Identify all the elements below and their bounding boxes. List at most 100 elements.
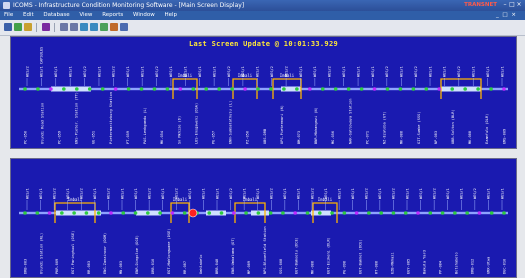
menu-database[interactable]: Database: [43, 12, 69, 18]
sensor-node[interactable]: [113, 87, 118, 91]
sensor-node[interactable]: [146, 211, 150, 215]
sensor-node[interactable]: [437, 87, 442, 91]
settings-icon[interactable]: [24, 23, 32, 31]
sensor-node[interactable]: [35, 211, 40, 215]
connect-icon[interactable]: [4, 23, 12, 31]
sensor-node[interactable]: [453, 211, 457, 215]
sensor-node[interactable]: [295, 87, 299, 91]
sensor-node[interactable]: [359, 87, 364, 91]
sensor-node[interactable]: [489, 211, 494, 215]
sensor-node[interactable]: [342, 211, 347, 215]
sensor-node[interactable]: [72, 211, 76, 215]
network-icon[interactable]: [120, 23, 128, 31]
sensor-node[interactable]: [463, 87, 467, 91]
sensor-node[interactable]: [398, 87, 403, 91]
sensor-node[interactable]: [207, 211, 212, 215]
sensor-node[interactable]: [330, 211, 334, 215]
sensor-node[interactable]: [87, 87, 92, 91]
sensor-node[interactable]: [49, 87, 53, 91]
maximize-icon[interactable]: □: [509, 2, 515, 8]
sensor-node[interactable]: [428, 211, 433, 215]
report-icon[interactable]: [42, 23, 50, 31]
back-icon[interactable]: [60, 23, 68, 31]
sensor-node[interactable]: [367, 211, 371, 215]
sensor-node[interactable]: [96, 211, 101, 215]
sensor-node[interactable]: [317, 211, 322, 215]
sensor-node[interactable]: [281, 211, 285, 215]
zoom-icon[interactable]: [80, 23, 88, 31]
sensor-node[interactable]: [477, 211, 482, 215]
sensor-node[interactable]: [293, 211, 298, 215]
mdi-controls[interactable]: _ □ ×: [496, 11, 517, 20]
sensor-node[interactable]: [165, 87, 170, 91]
sensor-node[interactable]: [391, 211, 396, 215]
track-strip-1[interactable]: Imbali Imbali ImbaliWES/2 WES/1 CAPSULES WES…: [11, 37, 516, 148]
sensor-node[interactable]: [126, 87, 131, 91]
sensor-node[interactable]: [244, 211, 248, 215]
sensor-node[interactable]: [191, 87, 196, 91]
menu-window[interactable]: Window: [133, 12, 155, 18]
sensor-node[interactable]: [450, 87, 455, 91]
sensor-node[interactable]: [354, 211, 359, 215]
sensor-node[interactable]: [282, 87, 286, 91]
minimize-icon[interactable]: –: [502, 2, 508, 8]
sensor-node[interactable]: [133, 211, 138, 215]
track-strip-2[interactable]: Imbali Imbali Imbali ImbaliWES/1 WES/1 WES/2 W…: [11, 159, 516, 277]
sensor-node[interactable]: [84, 211, 89, 215]
forward-icon[interactable]: [70, 23, 78, 31]
sensor-node[interactable]: [320, 87, 325, 91]
sensor-node[interactable]: [109, 211, 113, 215]
sensor-node[interactable]: [424, 87, 429, 91]
sensor-node[interactable]: [333, 87, 338, 91]
sensor-node[interactable]: [170, 211, 175, 215]
alarm-marker[interactable]: [188, 208, 198, 218]
grid-icon[interactable]: [90, 23, 98, 31]
sensor-node[interactable]: [230, 87, 234, 91]
sensor-node[interactable]: [121, 211, 126, 215]
sensor-node[interactable]: [231, 211, 236, 215]
sensor-node[interactable]: [268, 211, 273, 215]
sensor-node[interactable]: [269, 87, 273, 91]
sensor-node[interactable]: [217, 87, 221, 91]
menu-file[interactable]: File: [4, 12, 13, 18]
alarm-icon[interactable]: [110, 23, 118, 31]
sensor-node[interactable]: [440, 211, 445, 215]
sensor-node[interactable]: [23, 87, 27, 91]
sensor-node[interactable]: [489, 87, 493, 91]
sensor-node[interactable]: [403, 211, 408, 215]
sensor-node[interactable]: [158, 211, 162, 215]
sensor-node[interactable]: [476, 87, 480, 91]
sensor-node[interactable]: [204, 87, 209, 91]
sensor-node[interactable]: [219, 211, 224, 215]
sensor-node[interactable]: [416, 211, 420, 215]
sensor-node[interactable]: [502, 211, 506, 215]
refresh-icon[interactable]: [14, 23, 22, 31]
sensor-node[interactable]: [308, 87, 312, 91]
sensor-node[interactable]: [74, 87, 79, 91]
sensor-node[interactable]: [62, 87, 66, 91]
sensor-node[interactable]: [256, 211, 261, 215]
chart-icon[interactable]: [100, 23, 108, 31]
sensor-node[interactable]: [100, 87, 105, 91]
sensor-node[interactable]: [23, 211, 27, 215]
sensor-node[interactable]: [182, 211, 187, 215]
sensor-node[interactable]: [60, 211, 64, 215]
sensor-node[interactable]: [178, 87, 183, 91]
sensor-node[interactable]: [385, 87, 390, 91]
menu-edit[interactable]: Edit: [23, 12, 34, 18]
sensor-node[interactable]: [372, 87, 377, 91]
sensor-node[interactable]: [379, 211, 383, 215]
sensor-node[interactable]: [47, 211, 52, 215]
menu-reports[interactable]: Reports: [102, 12, 123, 18]
sensor-node[interactable]: [152, 87, 157, 91]
sensor-node[interactable]: [465, 211, 469, 215]
menu-view[interactable]: View: [79, 12, 92, 18]
sensor-node[interactable]: [243, 87, 247, 91]
sensor-node[interactable]: [139, 87, 144, 91]
close-icon[interactable]: ×: [516, 2, 522, 8]
sensor-node[interactable]: [411, 87, 416, 91]
sensor-node[interactable]: [256, 87, 260, 91]
menu-help[interactable]: Help: [164, 12, 177, 18]
sensor-node[interactable]: [36, 87, 40, 91]
sensor-node[interactable]: [305, 211, 310, 215]
